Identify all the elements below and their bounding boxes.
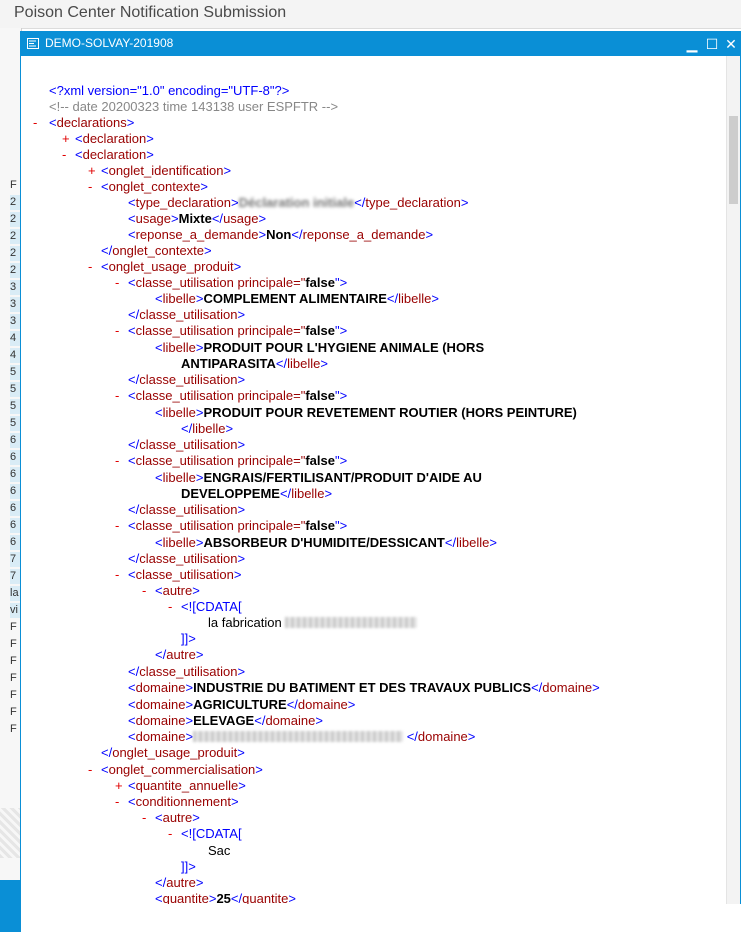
redacted-value: Déclaration initiale	[238, 195, 355, 210]
xml-cdata-open: <![CDATA[	[181, 599, 242, 614]
xml-comment: <!-- date 20200323 time 143138 user ESPF…	[49, 99, 339, 114]
xml-node-domaine: <domaine>INDUSTRIE DU BATIMENT ET DES TR…	[128, 680, 600, 695]
xml-node-classe-utilisation: <classe_utilisation principale="false">	[128, 518, 348, 533]
collapse-toggle[interactable]: -	[88, 259, 92, 275]
xml-node-classe-utilisation: <classe_utilisation>	[128, 567, 242, 582]
xml-node-onglet-contexte: <onglet_contexte>	[101, 179, 208, 194]
xml-node-libelle: <libelle>PRODUIT POUR REVETEMENT ROUTIER…	[155, 405, 577, 420]
xml-cdata-close: ]]>	[181, 631, 196, 646]
expand-toggle[interactable]: +	[62, 131, 70, 147]
xml-declaration: <?xml version="1.0" encoding="UTF-8"?>	[49, 83, 290, 98]
collapse-toggle[interactable]: -	[168, 826, 172, 842]
xml-close-classe-utilisation: </classe_utilisation>	[128, 502, 246, 517]
xml-libelle-continued: DEVELOPPEME</libelle>	[181, 486, 333, 501]
window-doc-icon	[27, 38, 39, 49]
collapse-toggle[interactable]: -	[115, 323, 119, 339]
xml-close-classe-utilisation: </classe_utilisation>	[128, 372, 246, 387]
background-panel: F 2 2 2 2 2 3 3 3 4 4 5 5 5 5 6 6 6 6 6 6 6 7 7 la vi F F F F F F F	[0, 28, 22, 932]
collapse-toggle[interactable]: -	[115, 453, 119, 469]
collapse-toggle[interactable]: -	[115, 275, 119, 291]
xml-node-domaine: <domaine> </domaine>	[128, 729, 476, 744]
xml-close-autre: </autre>	[155, 875, 204, 890]
xml-node-declaration: <declaration>	[75, 147, 154, 162]
xml-node-classe-utilisation: <classe_utilisation principale="false">	[128, 388, 348, 403]
xml-node-domaine: <domaine>AGRICULTURE</domaine>	[128, 697, 356, 712]
xml-libelle-continued: ANTIPARASITA</libelle>	[181, 356, 328, 371]
redacted-value	[193, 731, 404, 742]
xml-node-onglet-commercialisation: <onglet_commercialisation>	[101, 762, 263, 777]
collapse-toggle[interactable]: -	[168, 599, 172, 615]
minimize-button[interactable]: ▁	[684, 35, 700, 53]
xml-node-autre: <autre>	[155, 810, 200, 825]
xml-close-classe-utilisation: </classe_utilisation>	[128, 664, 246, 679]
xml-node-reponse-a-demande: <reponse_a_demande>Non</reponse_a_demand…	[128, 227, 434, 242]
background-bottom-bar	[0, 880, 21, 932]
xml-node-declarations: <declarations>	[49, 115, 135, 130]
collapse-toggle[interactable]: -	[62, 147, 66, 163]
xml-node-onglet-identification: <onglet_identification>	[101, 163, 232, 178]
xml-node-domaine: <domaine>ELEVAGE</domaine>	[128, 713, 323, 728]
xml-cdata-open: <![CDATA[	[181, 826, 242, 841]
xml-close-autre: </autre>	[155, 647, 204, 662]
xml-cdata-text: la fabrication	[208, 615, 418, 631]
xml-node-libelle: <libelle>COMPLEMENT ALIMENTAIRE</libelle…	[155, 291, 439, 306]
collapse-toggle[interactable]: -	[33, 115, 37, 131]
xml-viewer-window: DEMO-SOLVAY-201908 ▁ ☐ ✕ <?xml version="…	[20, 31, 741, 904]
collapse-toggle[interactable]: -	[115, 388, 119, 404]
collapse-toggle[interactable]: -	[115, 567, 119, 583]
xml-node-declaration: <declaration>	[75, 131, 154, 146]
xml-close-classe-utilisation: </classe_utilisation>	[128, 551, 246, 566]
xml-node-libelle: <libelle>ABSORBEUR D'HUMIDITE/DESSICANT<…	[155, 535, 497, 550]
xml-close-classe-utilisation: </classe_utilisation>	[128, 437, 246, 452]
xml-node-classe-utilisation: <classe_utilisation principale="false">	[128, 275, 348, 290]
scrollbar-thumb[interactable]	[729, 116, 738, 204]
xml-node-usage: <usage>Mixte</usage>	[128, 211, 267, 226]
window-title: DEMO-SOLVAY-201908	[45, 36, 174, 50]
collapse-toggle[interactable]: -	[115, 794, 119, 810]
redacted-text	[285, 617, 418, 628]
xml-node-type-declaration: <type_declaration>Déclaration initiale</…	[128, 195, 469, 210]
collapse-toggle[interactable]: -	[115, 518, 119, 534]
maximize-button[interactable]: ☐	[704, 35, 720, 53]
xml-content: <?xml version="1.0" encoding="UTF-8"?> <…	[21, 56, 727, 904]
xml-close-onglet-contexte: </onglet_contexte>	[101, 243, 212, 258]
xml-node-libelle: <libelle>ENGRAIS/FERTILISANT/PRODUIT D'A…	[155, 470, 482, 485]
xml-node-classe-utilisation: <classe_utilisation principale="false">	[128, 453, 348, 468]
xml-node-classe-utilisation: <classe_utilisation principale="false">	[128, 323, 348, 338]
xml-node-conditionnement: <conditionnement>	[128, 794, 239, 809]
xml-close-libelle: </libelle>	[181, 421, 234, 436]
expand-toggle[interactable]: +	[115, 778, 123, 794]
xml-node-quantite: <quantite>25</quantite>	[155, 891, 296, 904]
app-title: Poison Center Notification Submission	[14, 4, 287, 21]
window-titlebar[interactable]: DEMO-SOLVAY-201908 ▁ ☐ ✕	[21, 32, 740, 56]
xml-node-autre: <autre>	[155, 583, 200, 598]
vertical-scrollbar[interactable]	[726, 56, 740, 904]
xml-node-quantite-annuelle: <quantite_annuelle>	[128, 778, 246, 793]
xml-node-libelle: <libelle>PRODUIT POUR L'HYGIENE ANIMALE …	[155, 340, 485, 355]
close-button[interactable]: ✕	[723, 35, 739, 53]
app-header: Poison Center Notification Submission	[0, 0, 741, 29]
xml-close-classe-utilisation: </classe_utilisation>	[128, 307, 246, 322]
xml-node-onglet-usage-produit: <onglet_usage_produit>	[101, 259, 242, 274]
expand-toggle[interactable]: +	[88, 163, 96, 179]
xml-close-onglet-usage-produit: </onglet_usage_produit>	[101, 745, 245, 760]
xml-cdata-text: Sac	[208, 843, 231, 858]
xml-cdata-close: ]]>	[181, 859, 196, 874]
collapse-toggle[interactable]: -	[88, 179, 92, 195]
collapse-toggle[interactable]: -	[142, 810, 146, 826]
collapse-toggle[interactable]: -	[88, 762, 92, 778]
collapse-toggle[interactable]: -	[142, 583, 146, 599]
background-hatch	[0, 808, 21, 858]
